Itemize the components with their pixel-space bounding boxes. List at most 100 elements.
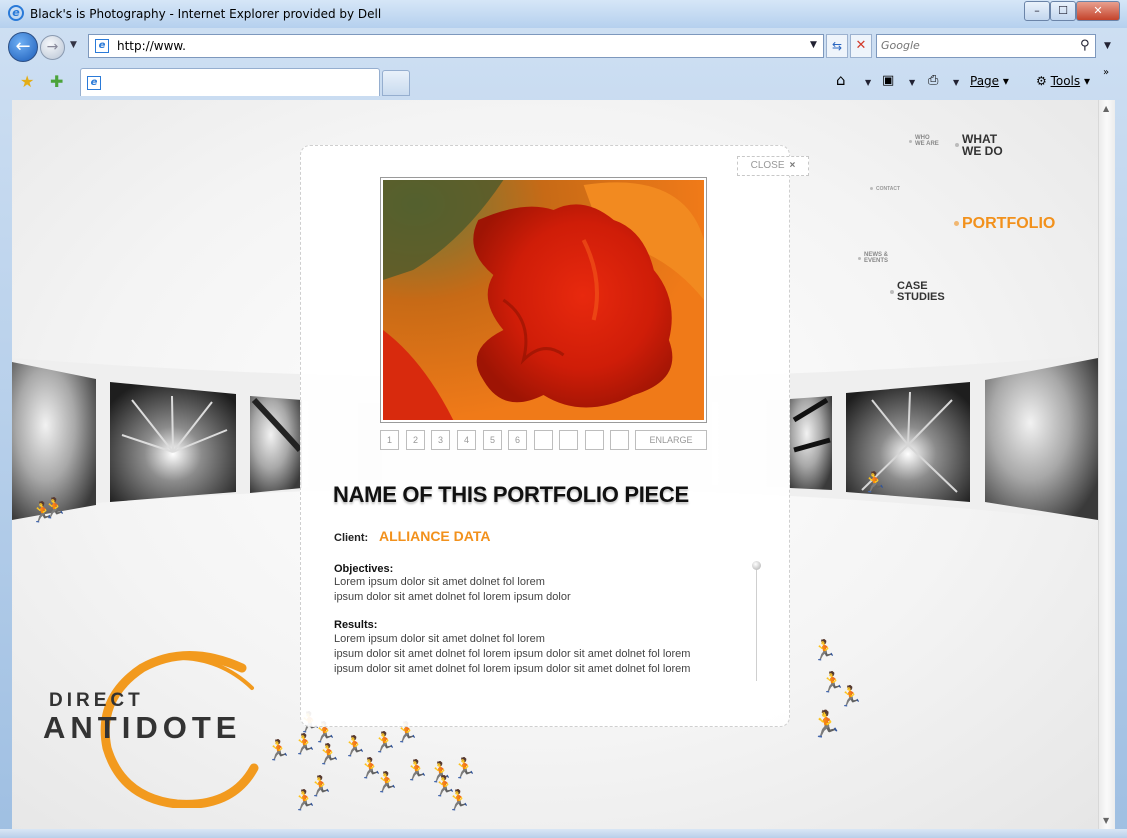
photo-pager: 1 2 3 4 5 6 ENLARGE bbox=[380, 430, 710, 450]
running-figure-icon: 🏃 bbox=[812, 638, 837, 662]
close-x-icon: × bbox=[789, 160, 796, 171]
address-field[interactable]: e http://www. ▼ bbox=[88, 34, 824, 58]
search-options-dropdown-icon[interactable]: ▼ bbox=[1104, 41, 1111, 51]
logo-direct[interactable]: DIRECT bbox=[49, 690, 144, 712]
nav-who-we-are[interactable]: WHO WE ARE bbox=[909, 135, 939, 147]
nav-what-we-do[interactable]: WHAT WE DO bbox=[955, 133, 1003, 157]
address-url[interactable]: http://www. bbox=[117, 39, 186, 53]
objectives-line: ipsum dolor sit amet dolnet fol lorem ip… bbox=[334, 591, 571, 603]
description-scroll-track[interactable] bbox=[756, 561, 757, 681]
print-icon[interactable]: ⎙ bbox=[928, 73, 938, 88]
results-heading: Results: bbox=[334, 619, 378, 631]
client-label: Client: bbox=[334, 532, 369, 544]
running-figure-icon: 🏃 bbox=[862, 470, 887, 494]
pager-item[interactable]: 4 bbox=[457, 430, 476, 450]
portfolio-photo[interactable] bbox=[383, 180, 704, 420]
feeds-icon[interactable]: ▣ bbox=[882, 73, 894, 88]
running-figure-icon: 🏃 bbox=[404, 758, 429, 782]
pager-item[interactable] bbox=[585, 430, 604, 450]
status-bar bbox=[0, 829, 1127, 838]
nav-case-studies[interactable]: CASE STUDIES bbox=[890, 281, 945, 303]
carousel-photo-left-2[interactable] bbox=[110, 382, 236, 502]
pager-item[interactable]: 6 bbox=[508, 430, 527, 450]
logo-antidote[interactable]: ANTIDOTE bbox=[43, 710, 241, 746]
page-icon: e bbox=[95, 39, 109, 53]
scroll-up-icon[interactable]: ▲ bbox=[1103, 104, 1109, 113]
feeds-dropdown-icon[interactable]: ▼ bbox=[909, 78, 915, 87]
running-figure-icon: 🏃 bbox=[810, 710, 843, 740]
description-scroll-thumb[interactable] bbox=[752, 561, 761, 570]
address-dropdown-icon[interactable]: ▼ bbox=[810, 40, 817, 50]
running-figure-icon: 🏃 bbox=[374, 770, 399, 794]
page-menu[interactable]: Page ▾ bbox=[970, 74, 1009, 88]
carousel-photo-right-1[interactable] bbox=[985, 358, 1098, 520]
nav-portfolio-label: PORTFOLIO bbox=[962, 215, 1056, 232]
vertical-scrollbar[interactable]: ▲ ▼ bbox=[1098, 100, 1115, 829]
home-dropdown-icon[interactable]: ▼ bbox=[865, 78, 871, 87]
recent-pages-dropdown-icon[interactable]: ▼ bbox=[70, 40, 77, 50]
pager-item[interactable]: 2 bbox=[406, 430, 425, 450]
address-row: ← → ▼ e http://www. ▼ ⇆ ✕ ⚲ ▼ bbox=[0, 30, 1127, 64]
nav-portfolio[interactable]: PORTFOLIO bbox=[954, 216, 1055, 232]
pager-item[interactable]: 5 bbox=[483, 430, 502, 450]
running-figure-icon: 🏃 bbox=[316, 742, 341, 766]
client-name: ALLIANCE DATA bbox=[379, 528, 491, 544]
pager-item[interactable] bbox=[610, 430, 629, 450]
back-button[interactable]: ← bbox=[8, 32, 38, 62]
nav-news-line2: EVENTS bbox=[864, 258, 889, 264]
title-bar: e Black's is Photography - Internet Expl… bbox=[0, 0, 1127, 28]
search-icon[interactable]: ⚲ bbox=[1080, 38, 1090, 53]
refresh-button[interactable]: ⇆ bbox=[826, 34, 848, 58]
nav-who-line2: WE ARE bbox=[915, 141, 939, 147]
window-title: Black's is Photography - Internet Explor… bbox=[30, 7, 382, 21]
running-figure-icon: 🏃 bbox=[266, 738, 291, 762]
enlarge-button[interactable]: ENLARGE bbox=[635, 430, 707, 450]
running-figure-icon: 🏃 bbox=[292, 788, 317, 812]
maximize-button[interactable]: ☐ bbox=[1050, 1, 1076, 21]
pager-item[interactable]: 1 bbox=[380, 430, 399, 450]
results-line: ipsum dolor sit amet dolnet fol lorem ip… bbox=[334, 663, 691, 675]
page-content: WHO WE ARE WHAT WE DO CONTACT PORTFOLIO NE… bbox=[12, 100, 1098, 829]
scroll-down-icon[interactable]: ▼ bbox=[1103, 816, 1109, 825]
results-line: Lorem ipsum dolor sit amet dolnet fol lo… bbox=[334, 633, 545, 645]
portfolio-photo-frame bbox=[380, 177, 707, 423]
add-favorite-icon[interactable]: ✚ bbox=[50, 72, 63, 91]
forward-button[interactable]: → bbox=[40, 35, 65, 60]
pager-item[interactable]: 3 bbox=[431, 430, 450, 450]
carousel-photo-right-3[interactable] bbox=[790, 396, 832, 490]
home-icon[interactable]: ⌂ bbox=[836, 71, 846, 89]
objectives-line: Lorem ipsum dolor sit amet dolnet fol lo… bbox=[334, 576, 545, 588]
nav-news-events[interactable]: NEWS & EVENTS bbox=[858, 252, 888, 264]
search-box[interactable] bbox=[876, 34, 1096, 58]
running-figure-icon: 🏃 bbox=[446, 788, 471, 812]
minimize-button[interactable]: – bbox=[1024, 1, 1050, 21]
tools-menu-label: Tools bbox=[1050, 74, 1081, 88]
search-input[interactable] bbox=[881, 39, 1061, 52]
more-commands-icon[interactable]: » bbox=[1103, 67, 1109, 78]
browser-window: e Black's is Photography - Internet Expl… bbox=[0, 0, 1127, 838]
stop-button[interactable]: ✕ bbox=[850, 34, 872, 58]
tab-page-icon: e bbox=[87, 76, 101, 90]
new-tab-button[interactable] bbox=[382, 70, 410, 96]
pager-item[interactable] bbox=[534, 430, 553, 450]
results-line: ipsum dolor sit amet dolnet fol lorem ip… bbox=[334, 648, 691, 660]
close-window-button[interactable]: ✕ bbox=[1076, 1, 1120, 21]
tools-menu[interactable]: ⚙ Tools ▾ bbox=[1036, 74, 1090, 88]
ie-icon: e bbox=[8, 5, 24, 21]
favorites-star-icon[interactable]: ★ bbox=[20, 72, 34, 91]
print-dropdown-icon[interactable]: ▼ bbox=[953, 78, 959, 87]
running-figure-icon: 🏃 bbox=[292, 732, 317, 756]
tab-active[interactable]: e bbox=[80, 68, 380, 96]
page-menu-label: Page bbox=[970, 74, 1000, 88]
carousel-photo-left-3[interactable] bbox=[250, 396, 303, 493]
running-figure-icon: 🏃 bbox=[42, 496, 67, 520]
nav-case-line2: STUDIES bbox=[897, 291, 945, 303]
nav-what-line2: WE DO bbox=[962, 144, 1003, 158]
nav-contact-label: CONTACT bbox=[876, 186, 901, 192]
running-figure-icon: 🏃 bbox=[342, 734, 367, 758]
objectives-heading: Objectives: bbox=[334, 563, 394, 575]
close-modal-label: CLOSE bbox=[750, 160, 785, 171]
nav-contact[interactable]: CONTACT bbox=[870, 187, 900, 192]
pager-item[interactable] bbox=[559, 430, 578, 450]
close-modal-button[interactable]: CLOSE × bbox=[737, 156, 809, 176]
